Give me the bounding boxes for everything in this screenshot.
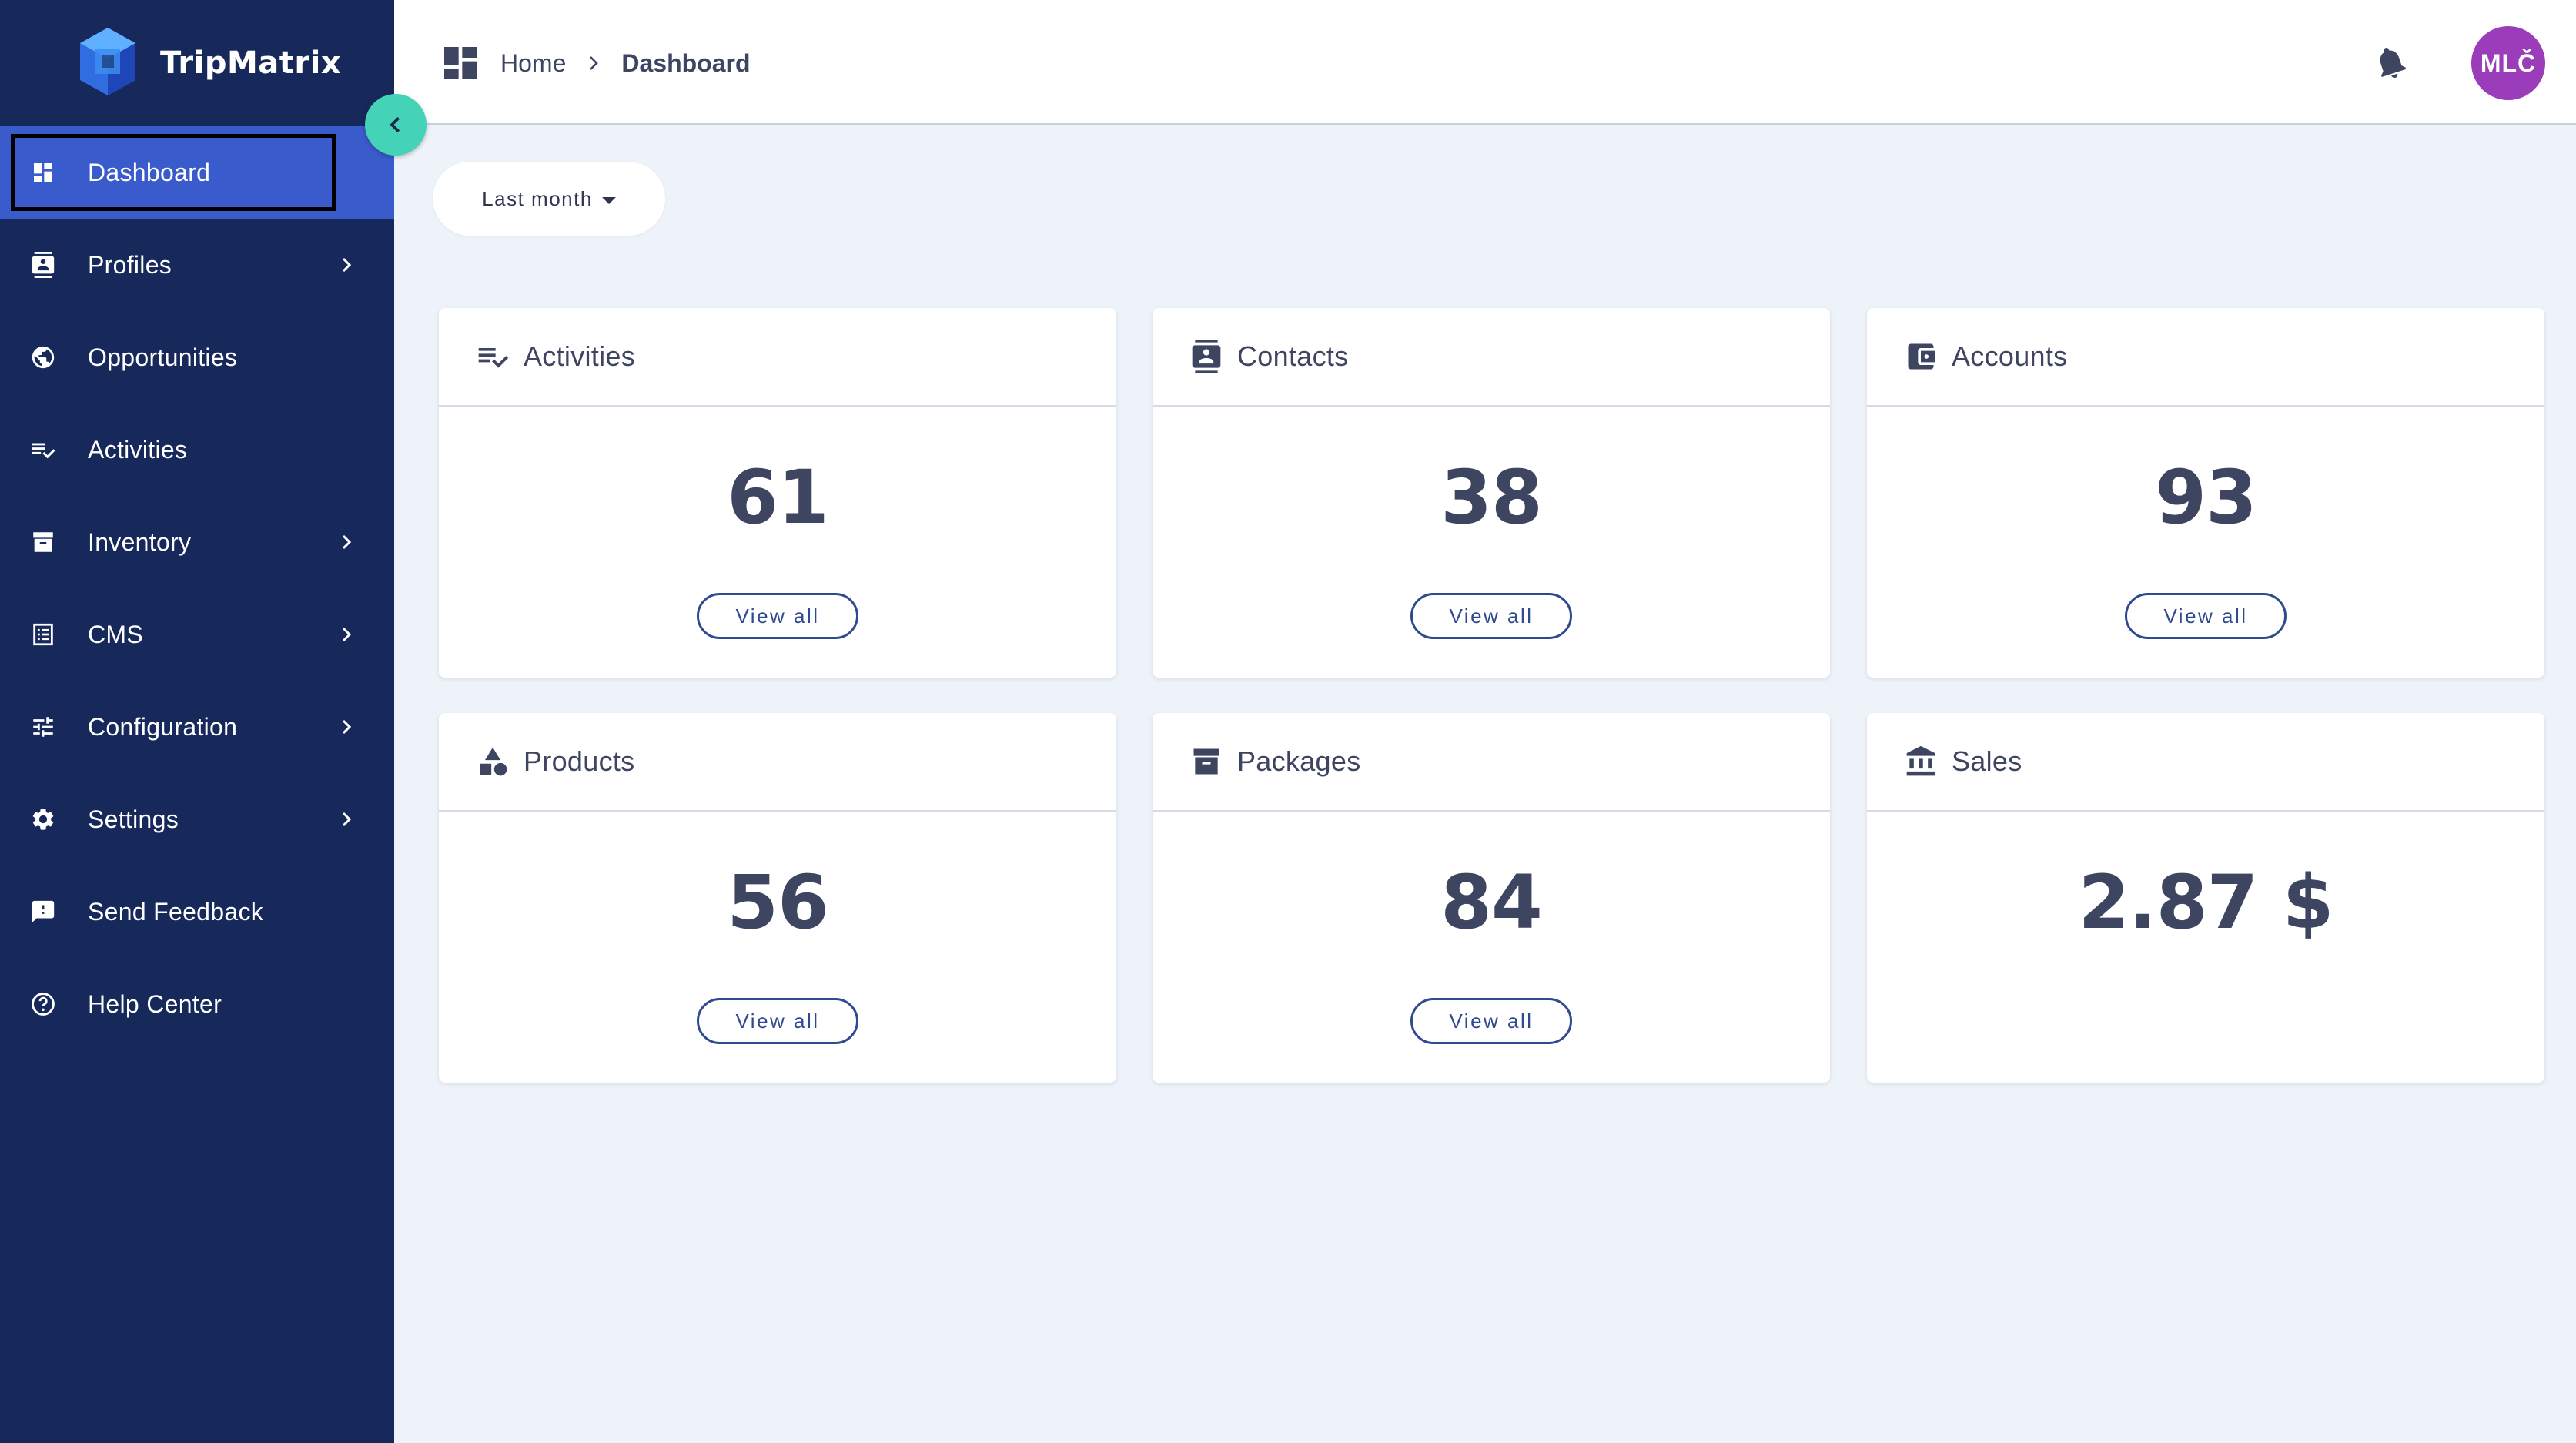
checklist-icon	[29, 436, 57, 464]
sidebar-item-label: Activities	[88, 435, 188, 464]
card-activities: Activities 61 View all	[439, 308, 1116, 678]
checklist-icon	[476, 340, 510, 373]
sidebar-nav: Dashboard Profiles Opportunities Activit…	[0, 126, 394, 1050]
sidebar-item-label: Help Center	[88, 989, 222, 1018]
sidebar-item-label: Inventory	[88, 527, 192, 556]
view-all-products-button[interactable]: View all	[697, 998, 858, 1044]
card-packages: Packages 84 View all	[1153, 713, 1830, 1083]
card-value: 61	[727, 454, 829, 541]
sidebar-item-label: CMS	[88, 620, 144, 648]
tripmatrix-logo-icon	[80, 28, 135, 95]
sidebar-item-help-center[interactable]: Help Center	[0, 958, 394, 1050]
sidebar-item-activities[interactable]: Activities	[0, 403, 394, 496]
card-value: 56	[727, 859, 829, 946]
card-value: 38	[1440, 454, 1543, 541]
card-title: Packages	[1237, 745, 1361, 777]
sidebar-item-settings[interactable]: Settings	[0, 773, 394, 865]
chevron-right-icon	[342, 627, 352, 642]
card-title: Products	[524, 745, 635, 777]
top-header: Home Dashboard MLČ	[394, 0, 2576, 125]
card-title: Sales	[1952, 745, 2022, 777]
view-all-packages-button[interactable]: View all	[1410, 998, 1572, 1044]
focus-outline	[11, 134, 336, 211]
sidebar-item-send-feedback[interactable]: Send Feedback	[0, 865, 394, 958]
sidebar-item-cms[interactable]: CMS	[0, 588, 394, 681]
card-products: Products 56 View all	[439, 713, 1116, 1083]
brand[interactable]: TripMatrix	[74, 23, 341, 103]
sidebar-item-configuration[interactable]: Configuration	[0, 681, 394, 773]
card-title: Contacts	[1237, 340, 1349, 372]
sliders-icon	[29, 713, 57, 741]
card-value: 93	[2155, 454, 2257, 541]
view-all-contacts-button[interactable]: View all	[1410, 593, 1572, 639]
sidebar-item-label: Settings	[88, 805, 179, 833]
sidebar: TripMatrix Dashboard Profiles Opportunit…	[0, 0, 394, 1443]
breadcrumb-current: Dashboard	[621, 49, 751, 77]
view-all-accounts-button[interactable]: View all	[2125, 593, 2287, 639]
chevron-right-icon	[342, 257, 352, 273]
chevron-left-icon	[390, 116, 400, 133]
chevron-right-icon	[342, 812, 352, 827]
chevron-right-icon	[342, 534, 352, 550]
collapse-sidebar-button[interactable]	[365, 94, 427, 156]
sidebar-item-dashboard[interactable]: Dashboard	[0, 126, 394, 219]
period-filter-label: Last month	[482, 186, 593, 210]
dashboard-grid-icon	[444, 47, 477, 79]
shapes-icon	[476, 745, 510, 778]
card-title: Accounts	[1952, 340, 2068, 372]
card-sales: Sales 2.87 $	[1867, 713, 2544, 1083]
sidebar-item-opportunities[interactable]: Opportunities	[0, 311, 394, 403]
breadcrumb-home[interactable]: Home	[500, 49, 566, 78]
contacts-icon	[1189, 340, 1223, 373]
archive-icon	[1189, 745, 1223, 778]
help-icon	[29, 990, 57, 1018]
breadcrumb: Home Dashboard	[439, 40, 751, 86]
sidebar-item-label: Profiles	[88, 250, 172, 279]
user-avatar[interactable]: MLČ	[2471, 26, 2545, 100]
card-value: 2.87 $	[2078, 859, 2333, 946]
notification-bell-icon[interactable]	[2371, 43, 2410, 82]
list-icon	[29, 621, 57, 648]
brand-name: TripMatrix	[160, 45, 342, 81]
feedback-icon	[29, 898, 57, 926]
bank-icon	[1904, 745, 1938, 778]
card-contacts: Contacts 38 View all	[1153, 308, 1830, 678]
sidebar-item-label: Send Feedback	[88, 897, 264, 926]
period-filter-dropdown[interactable]: Last month	[433, 162, 665, 236]
caret-down-icon	[601, 196, 616, 204]
archive-icon	[29, 528, 57, 556]
card-value: 84	[1440, 859, 1543, 946]
card-accounts: Accounts 93 View all	[1867, 308, 2544, 678]
chevron-right-icon	[342, 719, 352, 735]
sidebar-item-inventory[interactable]: Inventory	[0, 496, 394, 588]
globe-icon	[29, 343, 57, 371]
sidebar-item-label: Opportunities	[88, 343, 238, 371]
sidebar-item-label: Configuration	[88, 712, 238, 741]
sidebar-item-profiles[interactable]: Profiles	[0, 219, 394, 311]
contacts-icon	[29, 251, 57, 279]
chevron-right-icon	[590, 56, 599, 70]
card-title: Activities	[524, 340, 636, 372]
view-all-activities-button[interactable]: View all	[697, 593, 858, 639]
gear-icon	[29, 805, 57, 833]
wallet-icon	[1904, 340, 1938, 373]
